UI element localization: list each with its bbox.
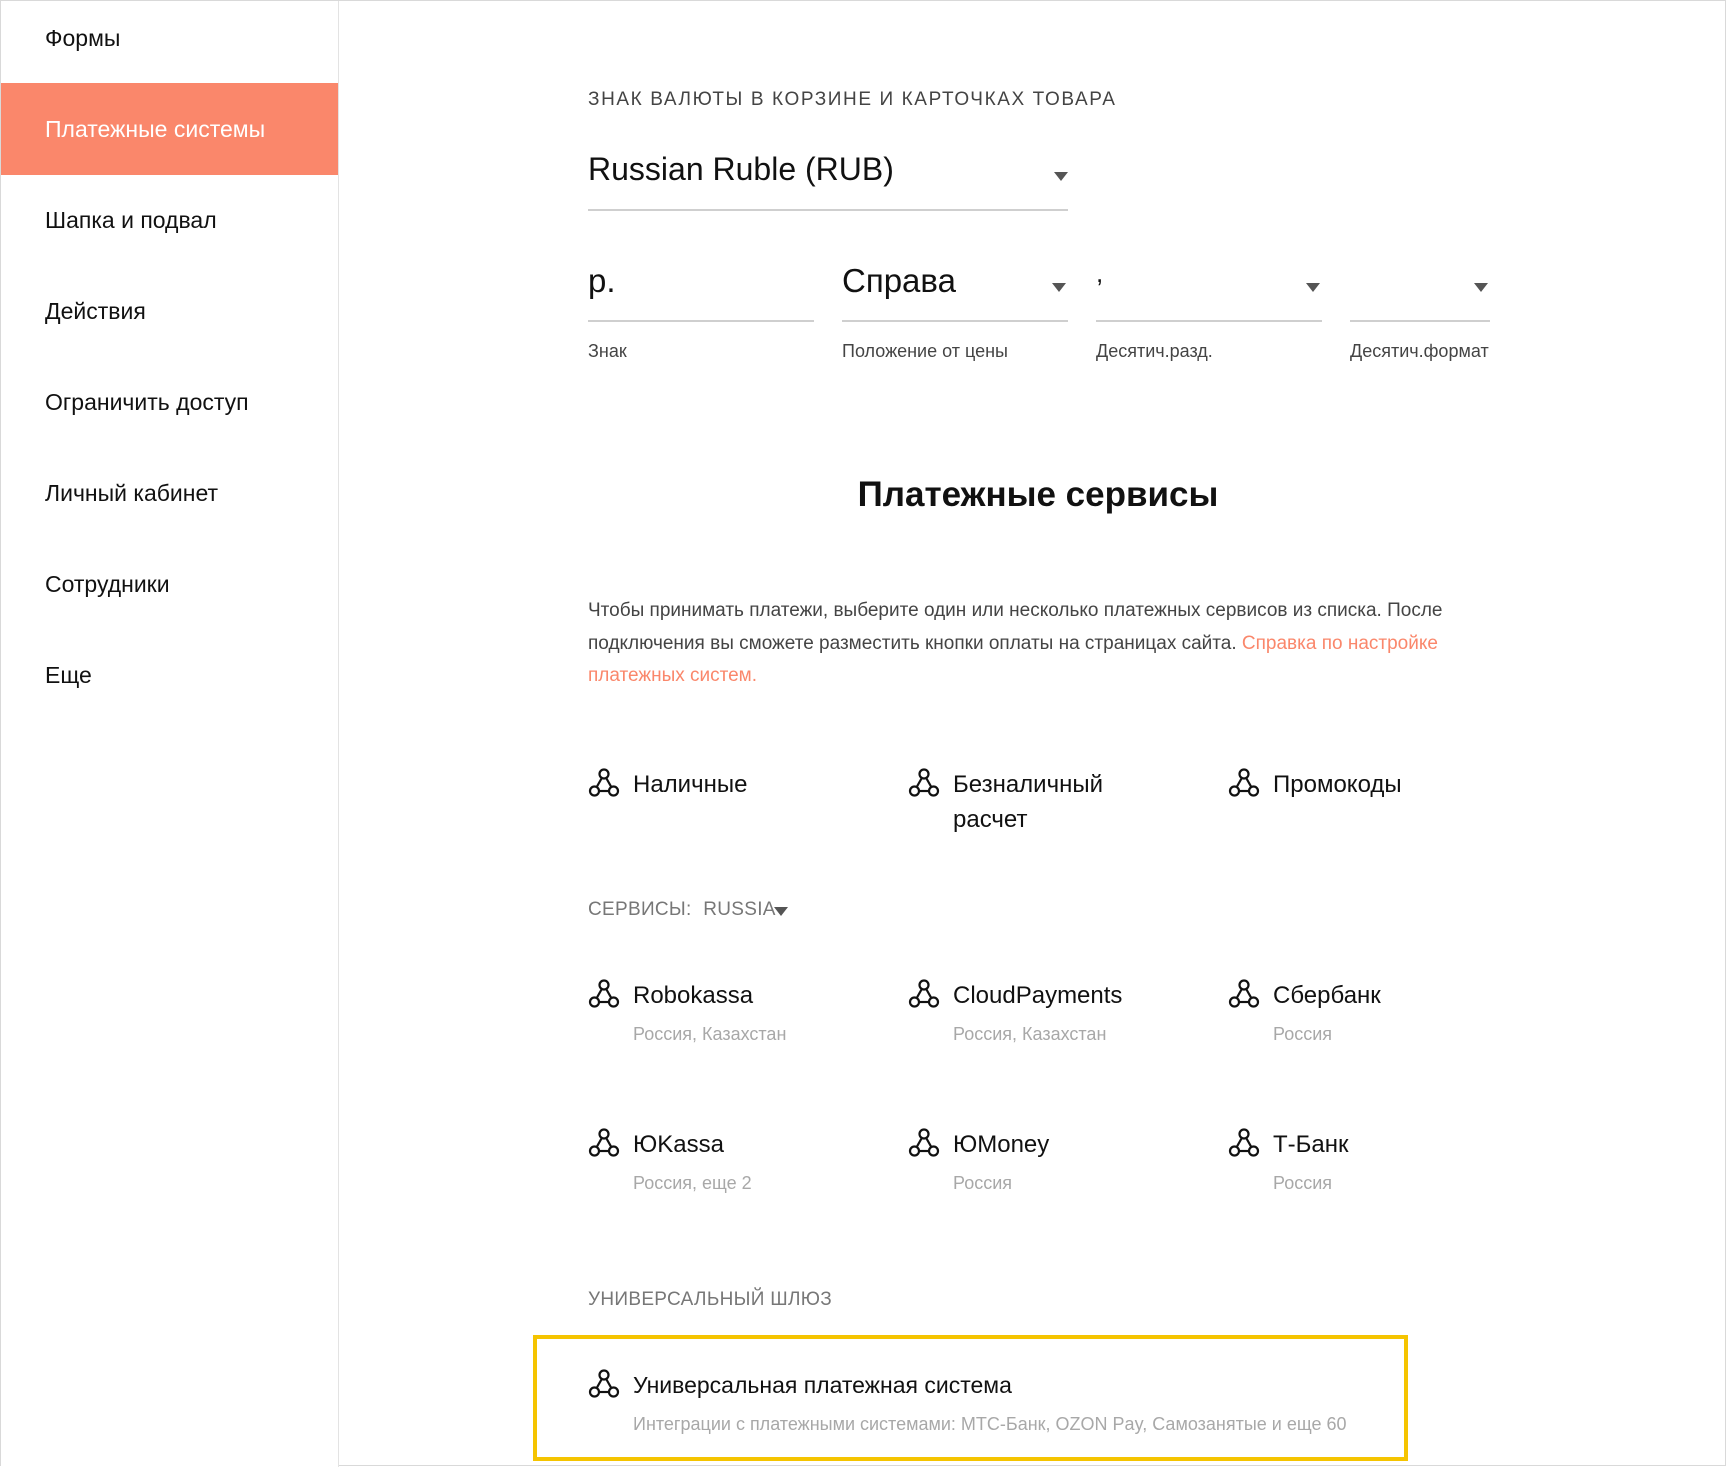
service-name: Универсальная платежная система bbox=[633, 1372, 1012, 1398]
integration-icon bbox=[908, 979, 940, 1008]
currency-position-select[interactable]: Справа bbox=[842, 256, 1068, 322]
decimal-separator-label: Десятич.разд. bbox=[1096, 341, 1213, 361]
sidebar-item-label: Действия bbox=[45, 297, 146, 324]
sidebar-item-header-footer[interactable]: Шапка и подвал bbox=[1, 174, 338, 266]
app-window: Формы Платежные системы Шапка и подвал Д… bbox=[0, 0, 1726, 1467]
service-name: Наличные bbox=[633, 771, 748, 798]
integration-icon bbox=[588, 1369, 620, 1398]
service-region: Россия, Казахстан bbox=[633, 1024, 787, 1044]
sidebar-item-restrict-access[interactable]: Ограничить доступ bbox=[1, 356, 338, 448]
service-region: Россия, Казахстан bbox=[953, 1024, 1107, 1044]
chevron-down-icon bbox=[1052, 283, 1066, 292]
decimal-format-select[interactable] bbox=[1350, 256, 1490, 322]
sidebar-item-employees[interactable]: Сотрудники bbox=[1, 538, 338, 630]
gateway-section-title: УНИВЕРСАЛЬНЫЙ ШЛЮЗ bbox=[588, 1289, 833, 1310]
chevron-down-icon bbox=[1474, 283, 1488, 292]
sidebar-item-label: Сотрудники bbox=[45, 570, 170, 597]
chevron-down-icon bbox=[1306, 283, 1320, 292]
payment-services-description: Чтобы принимать платежи, выберите один и… bbox=[588, 595, 1488, 693]
sidebar-item-label: Шапка и подвал bbox=[45, 206, 217, 233]
service-region: Россия bbox=[953, 1173, 1013, 1193]
service-description: Интеграции с платежными системами: МТС-Б… bbox=[633, 1414, 1347, 1434]
decimal-separator-select[interactable]: , bbox=[1096, 256, 1322, 322]
integration-icon bbox=[908, 768, 940, 797]
decimal-format-label: Десятич.формат bbox=[1350, 341, 1489, 361]
currency-select-value: Russian Ruble (RUB) bbox=[588, 151, 894, 187]
sidebar-item-label: Личный кабинет bbox=[45, 479, 219, 506]
integration-icon bbox=[1228, 979, 1260, 1008]
service-name: CloudPayments bbox=[953, 982, 1123, 1009]
currency-position-value: Справа bbox=[842, 262, 956, 299]
currency-position-label: Положение от цены bbox=[842, 341, 1008, 361]
service-region: Россия bbox=[1273, 1024, 1333, 1044]
country-filter-select[interactable]: СЕРВИСЫ: RUSSIA bbox=[588, 899, 788, 921]
sidebar-item-label: Ограничить доступ bbox=[45, 388, 249, 415]
integration-icon bbox=[1228, 768, 1260, 797]
sidebar-item-payment-systems[interactable]: Платежные системы bbox=[1, 83, 338, 175]
service-name: ЮKassa bbox=[633, 1131, 724, 1158]
main-content: ЗНАК ВАЛЮТЫ В КОРЗИНЕ И КАРТОЧКАХ ТОВАРА… bbox=[339, 1, 1725, 1465]
service-name: Т-Банк bbox=[1273, 1131, 1349, 1158]
service-region: Россия, еще 2 bbox=[633, 1173, 752, 1193]
sidebar: Формы Платежные системы Шапка и подвал Д… bbox=[1, 1, 339, 1467]
currency-sign-label: Знак bbox=[588, 341, 627, 361]
currency-select[interactable]: Russian Ruble (RUB) bbox=[588, 147, 1068, 211]
service-name: Сбербанк bbox=[1273, 982, 1381, 1009]
integration-icon bbox=[908, 1128, 940, 1157]
currency-sign-input[interactable]: р. bbox=[588, 256, 814, 322]
integration-icon bbox=[588, 979, 620, 1008]
integration-icon bbox=[588, 768, 620, 797]
chevron-down-icon bbox=[774, 907, 788, 916]
sidebar-item-label: Еще bbox=[45, 661, 92, 688]
chevron-down-icon bbox=[1054, 172, 1068, 181]
currency-sign-value: р. bbox=[588, 262, 616, 299]
service-region: Россия bbox=[1273, 1173, 1333, 1193]
sidebar-item-label: Формы bbox=[45, 24, 121, 51]
country-filter-value: RUSSIA bbox=[703, 899, 776, 920]
service-name: ЮMoney bbox=[953, 1131, 1050, 1158]
service-name: Промокоды bbox=[1273, 771, 1402, 798]
integration-icon bbox=[588, 1128, 620, 1157]
service-name: Robokassa bbox=[633, 982, 754, 1009]
sidebar-item-forms[interactable]: Формы bbox=[1, 0, 338, 84]
sidebar-item-more[interactable]: Еще bbox=[1, 629, 338, 721]
country-filter-label: СЕРВИСЫ: bbox=[588, 899, 692, 920]
currency-section-title: ЗНАК ВАЛЮТЫ В КОРЗИНЕ И КАРТОЧКАХ ТОВАРА bbox=[588, 89, 1117, 110]
sidebar-item-label: Платежные системы bbox=[45, 115, 266, 142]
sidebar-item-actions[interactable]: Действия bbox=[1, 265, 338, 357]
payment-services-title: Платежные сервисы bbox=[857, 475, 1219, 514]
service-name: Безналичный расчет bbox=[953, 771, 1103, 833]
sidebar-item-personal-account[interactable]: Личный кабинет bbox=[1, 447, 338, 539]
decimal-separator-value: , bbox=[1096, 258, 1104, 288]
integration-icon bbox=[1228, 1128, 1260, 1157]
